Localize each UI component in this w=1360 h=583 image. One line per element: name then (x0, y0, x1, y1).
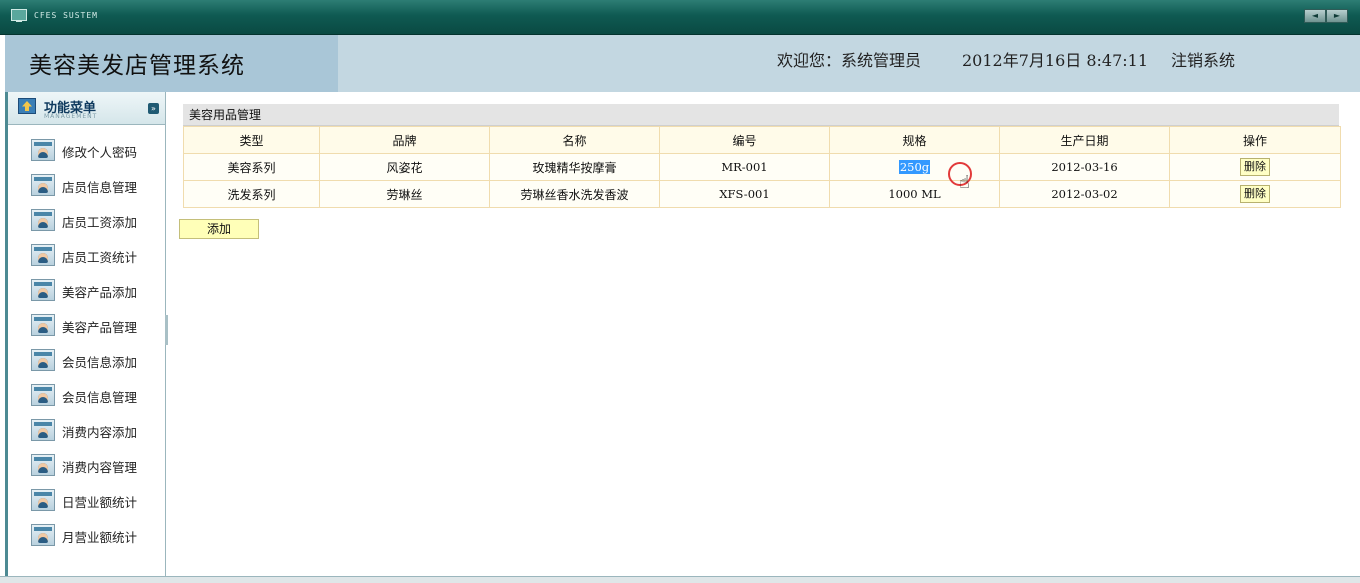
user-card-icon (31, 174, 55, 196)
user-card-icon (31, 384, 55, 406)
collapse-toggle-icon[interactable]: » (148, 103, 159, 114)
menu-subtitle: MANAGEMENT (44, 113, 98, 120)
sidebar-item-label: 消费内容管理 (62, 460, 138, 475)
cell-type: 洗发系列 (183, 180, 320, 208)
user-card-icon (31, 314, 55, 336)
cell-brand: 劳琳丝 (319, 180, 490, 208)
sidebar-item-label: 日营业额统计 (62, 495, 138, 510)
menu-header: 功能菜单 MANAGEMENT » (8, 92, 165, 125)
cell-spec: 1000 ML (829, 180, 1000, 208)
sidebar-splitter[interactable] (165, 315, 168, 345)
sidebar-item-label: 店员工资添加 (62, 215, 138, 230)
sidebar-item-label: 美容产品管理 (62, 320, 138, 335)
sidebar-item-label: 美容产品添加 (62, 285, 138, 300)
sidebar-item-label: 店员工资统计 (62, 250, 138, 265)
cell-date: 2012-03-02 (999, 180, 1170, 208)
table-row: 美容系列 风姿花 玫瑰精华按摩膏 MR-001 250g 2012-03-16 … (183, 153, 1341, 181)
sidebar-item-daily-revenue[interactable]: 日营业额统计 (8, 482, 165, 517)
page-header: 美容美发店管理系统 欢迎您：系统管理员 2012年7月16日 8:47:11 注… (5, 35, 1360, 92)
cell-spec[interactable]: 250g (829, 153, 1000, 181)
delete-button[interactable]: 删除 (1240, 185, 1270, 203)
sidebar-item-label: 修改个人密码 (62, 145, 138, 160)
sidebar-item-label: 店员信息管理 (62, 180, 138, 195)
user-card-icon (31, 419, 55, 441)
window-titlebar: CFES SUSTEM ◄ ► (0, 0, 1360, 35)
sidebar-item-label: 消费内容添加 (62, 425, 138, 440)
cell-action: 删除 (1169, 153, 1341, 181)
sidebar-item-staff-info[interactable]: 店员信息管理 (8, 167, 165, 202)
user-card-icon (31, 209, 55, 231)
sidebar-item-consume-manage[interactable]: 消费内容管理 (8, 447, 165, 482)
window-nav-buttons: ◄ ► (1304, 9, 1348, 23)
column-header-code: 编号 (659, 126, 830, 154)
sidebar: 功能菜单 MANAGEMENT » 修改个人密码 店员信息管理 店员工资添加 店… (5, 92, 166, 576)
window-app-name: CFES SUSTEM (34, 11, 98, 20)
cell-name: 玫瑰精华按摩膏 (489, 153, 660, 181)
sidebar-item-salary-add[interactable]: 店员工资添加 (8, 202, 165, 237)
system-title: 美容美发店管理系统 (29, 53, 245, 79)
sidebar-item-label: 会员信息管理 (62, 390, 138, 405)
sidebar-item-product-add[interactable]: 美容产品添加 (8, 272, 165, 307)
sidebar-item-member-manage[interactable]: 会员信息管理 (8, 377, 165, 412)
user-card-icon (31, 524, 55, 546)
user-card-icon (31, 244, 55, 266)
cell-date: 2012-03-16 (999, 153, 1170, 181)
sidebar-item-consume-add[interactable]: 消费内容添加 (8, 412, 165, 447)
welcome-text: 欢迎您：系统管理员 (777, 51, 922, 70)
user-card-icon (31, 489, 55, 511)
cell-code: MR-001 (659, 153, 830, 181)
column-header-type: 类型 (183, 126, 320, 154)
sidebar-item-member-add[interactable]: 会员信息添加 (8, 342, 165, 377)
column-header-action: 操作 (1169, 126, 1341, 154)
cell-name: 劳琳丝香水洗发香波 (489, 180, 660, 208)
product-table: 类型 品牌 名称 编号 规格 生产日期 操作 美容系列 风姿花 玫瑰精华按摩膏 … (183, 126, 1341, 208)
sidebar-item-label: 月营业额统计 (62, 530, 138, 545)
user-card-icon (31, 349, 55, 371)
cell-type: 美容系列 (183, 153, 320, 181)
column-header-spec: 规格 (829, 126, 1000, 154)
upload-arrow-icon (18, 98, 36, 114)
sidebar-item-monthly-revenue[interactable]: 月营业额统计 (8, 517, 165, 552)
user-card-icon (31, 454, 55, 476)
cell-action: 删除 (1169, 180, 1341, 208)
table-header-row: 类型 品牌 名称 编号 规格 生产日期 操作 (183, 126, 1341, 154)
monitor-icon (11, 9, 27, 22)
user-card-icon (31, 139, 55, 161)
sidebar-item-salary-stats[interactable]: 店员工资统计 (8, 237, 165, 272)
add-button[interactable]: 添加 (179, 219, 259, 239)
column-header-brand: 品牌 (319, 126, 490, 154)
cell-code: XFS-001 (659, 180, 830, 208)
nav-next-button[interactable]: ► (1326, 9, 1348, 23)
delete-button[interactable]: 删除 (1240, 158, 1270, 176)
panel-title: 美容用品管理 (183, 104, 1339, 126)
sidebar-item-label: 会员信息添加 (62, 355, 138, 370)
table-row: 洗发系列 劳琳丝 劳琳丝香水洗发香波 XFS-001 1000 ML 2012-… (183, 180, 1341, 208)
cell-brand: 风姿花 (319, 153, 490, 181)
hand-cursor-icon: ☝ (959, 172, 970, 193)
menu-list: 修改个人密码 店员信息管理 店员工资添加 店员工资统计 美容产品添加 美容产品管… (8, 132, 165, 552)
current-datetime: 2012年7月16日 8:47:11 (962, 51, 1149, 70)
main-content: 美容用品管理 类型 品牌 名称 编号 规格 生产日期 操作 美容系列 风姿花 玫… (170, 92, 1360, 576)
column-header-date: 生产日期 (999, 126, 1170, 154)
logout-link[interactable]: 注销系统 (1171, 47, 1235, 71)
sidebar-item-change-password[interactable]: 修改个人密码 (8, 132, 165, 167)
user-card-icon (31, 279, 55, 301)
column-header-name: 名称 (489, 126, 660, 154)
nav-prev-button[interactable]: ◄ (1304, 9, 1326, 23)
selected-spec-text[interactable]: 250g (898, 160, 931, 174)
sidebar-item-product-manage[interactable]: 美容产品管理 (8, 307, 165, 342)
